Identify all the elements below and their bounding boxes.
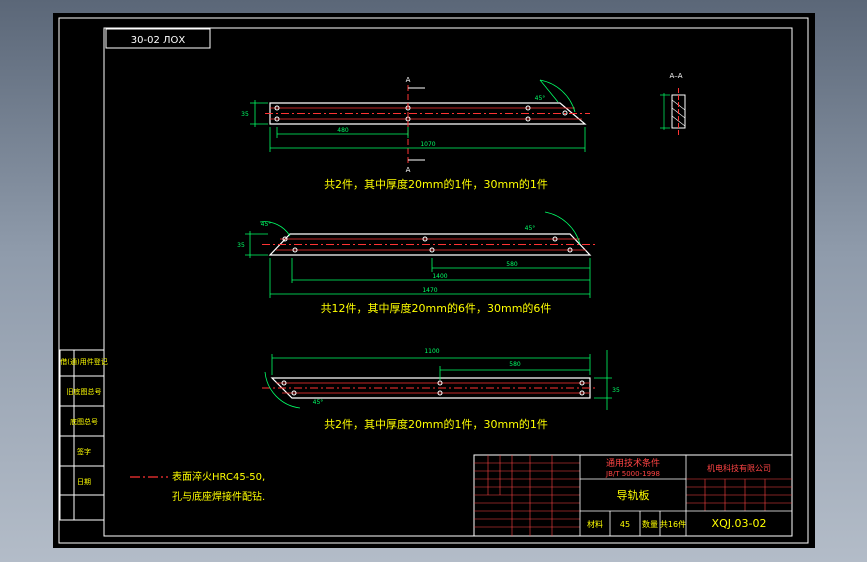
plate-3-dim-top: 1100 xyxy=(424,348,439,355)
title-material: 45 xyxy=(620,520,630,529)
title-standard-code: JB/T 5000-1998 xyxy=(605,470,660,478)
plate-3-dim-width: 35 xyxy=(612,387,620,394)
plate-3-dim-partial: 580 xyxy=(509,361,521,368)
plate-1-dim-width: 35 xyxy=(241,111,249,118)
plate-1-dim-angle: 45° xyxy=(535,95,546,102)
drawing-paper xyxy=(53,13,815,548)
strip-label-2: 旧底图总号 xyxy=(67,387,102,396)
note-line-2: 孔与底座焊接件配钻. xyxy=(172,490,265,503)
plate-2-dim-total: 1470 xyxy=(422,287,437,294)
plate-3-caption: 共2件，其中厚度20mm的1件，30mm的1件 xyxy=(324,417,548,431)
plate-3-dim-angle: 45° xyxy=(313,399,324,406)
title-qty: 共16件 xyxy=(660,519,686,529)
title-company: 机电科技有限公司 xyxy=(707,463,771,473)
section-label-top: A xyxy=(406,76,411,84)
strip-label-5: 日期 xyxy=(77,478,91,486)
plate-2-dim-right: 580 xyxy=(506,261,518,268)
title-drawing-number: XQJ.03-02 xyxy=(712,517,767,530)
plate-2-dim-angle-right: 45° xyxy=(525,225,536,232)
title-qty-label: 数量 xyxy=(642,519,658,529)
plate-2-dim-inner: 1400 xyxy=(432,273,447,280)
plate-2-caption: 共12件，其中厚度20mm的6件，30mm的6件 xyxy=(321,301,552,315)
strip-label-4: 签字 xyxy=(77,447,91,456)
title-material-label: 材料 xyxy=(587,519,603,529)
plate-1-dim-length: 1070 xyxy=(420,141,435,148)
section-a-a-label: A–A xyxy=(669,72,682,80)
strip-label-3: 底图总号 xyxy=(70,417,98,426)
stamp-text: 30-02 ЛОХ xyxy=(131,35,186,46)
note-line-1: 表面淬火HRC45-50, xyxy=(172,470,265,483)
title-standard-title: 通用技术条件 xyxy=(606,457,660,469)
plate-1-caption: 共2件，其中厚度20mm的1件，30mm的1件 xyxy=(324,177,548,191)
title-part-name: 导轨板 xyxy=(617,488,650,502)
plate-2-dim-angle-left: 45° xyxy=(261,221,272,228)
plate-1-dim-pitch: 480 xyxy=(337,127,349,134)
section-label-bottom: A xyxy=(406,166,411,174)
strip-label-1: 借(通)用件登记 xyxy=(60,357,107,366)
plate-2-dim-width: 35 xyxy=(237,242,245,249)
cad-drawing-sheet: 30-02 ЛОХ 借(通)用件登记 旧底图总号 底图总号 签字 日期 A A … xyxy=(53,13,815,548)
